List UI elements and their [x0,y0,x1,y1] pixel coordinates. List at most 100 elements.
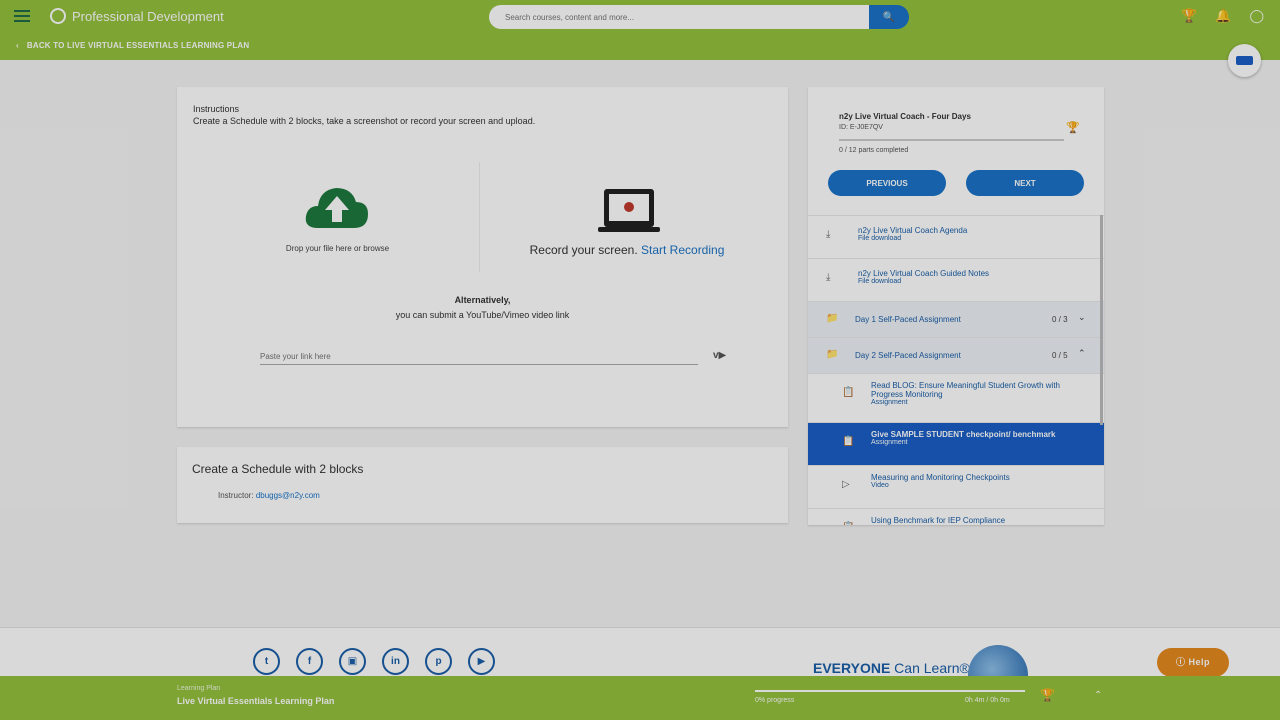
twitter-icon[interactable]: t [253,648,280,675]
footer: t f ▣ in p ▶ EVERYONE Can Learn® ⓘ Help [0,627,1280,705]
search-icon: 🔍 [882,11,896,23]
search-button[interactable]: 🔍 [869,5,909,29]
learning-plan-name[interactable]: Live Virtual Essentials Learning Plan [177,696,334,706]
course-progress-bar [839,139,1064,141]
item-title: Give SAMPLE STUDENT checkpoint/ benchmar… [871,430,1056,439]
social-links: t f ▣ in p ▶ [253,648,495,675]
search-input[interactable] [489,5,869,29]
top-navbar: Professional Development 🔍 🏆 🔔 ◯ ‹ BACK … [0,0,1280,60]
list-item-active[interactable]: 📋 Give SAMPLE STUDENT checkpoint/ benchm… [808,422,1104,465]
parts-completed: 0 / 12 parts completed [839,147,909,154]
next-button[interactable]: NEXT [966,170,1084,196]
clipboard-icon: 📋 [842,436,855,447]
instructions-card: Instructions Create a Schedule with 2 bl… [177,87,788,427]
video-link-input[interactable] [260,349,698,365]
item-subtitle: File download [858,235,902,242]
user-icon[interactable]: ◯ [1249,8,1264,24]
item-subtitle: Assignment [871,399,908,406]
instagram-icon[interactable]: ▣ [339,648,366,675]
help-button[interactable]: ⓘ Help [1157,648,1229,677]
item-subtitle: Assignment [871,439,908,446]
learning-plan-label: Learning Plan [177,685,221,692]
play-icon: ▷ [842,479,850,490]
drop-label: Drop your file here or browse [285,244,390,253]
trophy-icon[interactable]: 🏆 [1181,8,1197,24]
list-item[interactable]: ⤓ n2y Live Virtual Coach Guided Notes Fil… [808,258,1104,301]
laptop-icon [598,189,660,232]
folder-day-2[interactable]: 📁 Day 2 Self-Paced Assignment 0 / 5 ⌃ [808,337,1104,373]
file-drop-zone[interactable]: Drop your file here or browse [195,162,480,272]
facebook-icon[interactable]: f [296,648,323,675]
record-label: Record your screen. Start Recording [482,243,772,257]
folder-title: Day 1 Self-Paced Assignment [855,315,961,324]
clipboard-icon: 📋 [842,387,855,398]
bottom-bar: Learning Plan Live Virtual Essentials Le… [0,676,1280,720]
tagline-bold: EVERYONE [813,660,891,676]
back-link-label: BACK TO LIVE VIRTUAL ESSENTIALS LEARNING… [26,41,250,50]
brand-name: Professional Development [72,8,224,24]
chevron-down-icon[interactable]: ⌄ [1078,312,1086,323]
alt-heading: Alternatively, [454,295,511,305]
panel-scrollbar[interactable] [1100,215,1103,425]
youtube-icon[interactable]: ▶ [468,648,495,675]
course-id: ID: E-J0E7QV [839,124,883,131]
chevron-up-icon[interactable]: ⌃ [1094,690,1102,701]
course-title: n2y Live Virtual Coach - Four Days [839,112,971,121]
download-icon: ⤓ [826,272,831,283]
linkedin-icon[interactable]: in [382,648,409,675]
item-title: Read BLOG: Ensure Meaningful Student Gro… [871,381,1060,399]
download-icon: ⤓ [826,229,831,240]
list-item[interactable]: 📋 Using Benchmark for IEP Compliance [808,508,1104,525]
chat-icon [1236,56,1253,65]
folder-icon: 📁 [826,313,839,324]
search-bar: 🔍 [489,5,909,29]
help-label: Help [1188,657,1211,667]
record-text: Record your screen. [529,243,638,257]
cloud-upload-icon [305,188,368,228]
clipboard-icon: 📋 [842,522,854,525]
list-item[interactable]: ⤓ n2y Live Virtual Coach Agenda File down… [808,215,1104,258]
item-title: n2y Live Virtual Coach Guided Notes [858,269,990,278]
trophy-icon[interactable]: 🏆 [1040,688,1055,702]
item-title: Measuring and Monitoring Checkpoints [871,473,1010,482]
instructions-text: Create a Schedule with 2 blocks, take a … [193,116,536,126]
brand[interactable]: Professional Development [50,8,224,24]
menu-icon[interactable] [14,10,30,24]
chat-button[interactable] [1228,44,1261,77]
instructor-line: Instructor: dbuggs@n2y.com [218,491,320,500]
list-item[interactable]: ▷ Measuring and Monitoring Checkpoints Vi… [808,465,1104,508]
panel-header: n2y Live Virtual Coach - Four Days ID: E… [808,87,1104,215]
pinterest-icon[interactable]: p [425,648,452,675]
item-title: Using Benchmark for IEP Compliance [871,516,1006,525]
bell-icon[interactable]: 🔔 [1215,8,1231,24]
instructor-label: Instructor: [218,491,254,500]
start-recording-link[interactable]: Start Recording [641,243,724,257]
tagline-rest: Can Learn® [894,660,970,676]
trophy-icon: 🏆 [1066,122,1080,134]
folder-title: Day 2 Self-Paced Assignment [855,351,961,360]
folder-count: 0 / 3 [1052,315,1068,324]
schedule-card: Create a Schedule with 2 blocks Instruct… [177,447,788,523]
help-icon: ⓘ [1175,657,1186,667]
plan-progress-bar [755,690,1025,692]
item-title: n2y Live Virtual Coach Agenda [858,226,968,235]
footer-tagline: EVERYONE Can Learn® [813,660,970,676]
progress-text: 0% progress [755,697,795,704]
alternative-block: Alternatively, you can submit a YouTube/… [177,295,788,320]
folder-count: 0 / 5 [1052,351,1068,360]
list-item[interactable]: 📋 Read BLOG: Ensure Meaningful Student G… [808,373,1104,422]
instructor-email-link[interactable]: dbuggs@n2y.com [256,491,320,500]
previous-button[interactable]: PREVIOUS [828,170,946,196]
schedule-title: Create a Schedule with 2 blocks [192,462,364,476]
item-subtitle: Video [871,482,889,489]
instructions-heading: Instructions [193,104,240,114]
folder-day-1[interactable]: 📁 Day 1 Self-Paced Assignment 0 / 3 ⌄ [808,301,1104,337]
item-subtitle: File download [858,278,902,285]
alt-text: you can submit a YouTube/Vimeo video lin… [395,310,570,320]
chevron-up-icon[interactable]: ⌃ [1078,348,1086,359]
vimeo-youtube-icon: v▶ [713,350,727,361]
brand-logo-icon [50,8,66,24]
course-panel: n2y Live Virtual Coach - Four Days ID: E… [808,87,1104,525]
chevron-left-icon: ‹ [16,41,19,50]
back-link[interactable]: ‹ BACK TO LIVE VIRTUAL ESSENTIALS LEARNI… [16,41,249,50]
